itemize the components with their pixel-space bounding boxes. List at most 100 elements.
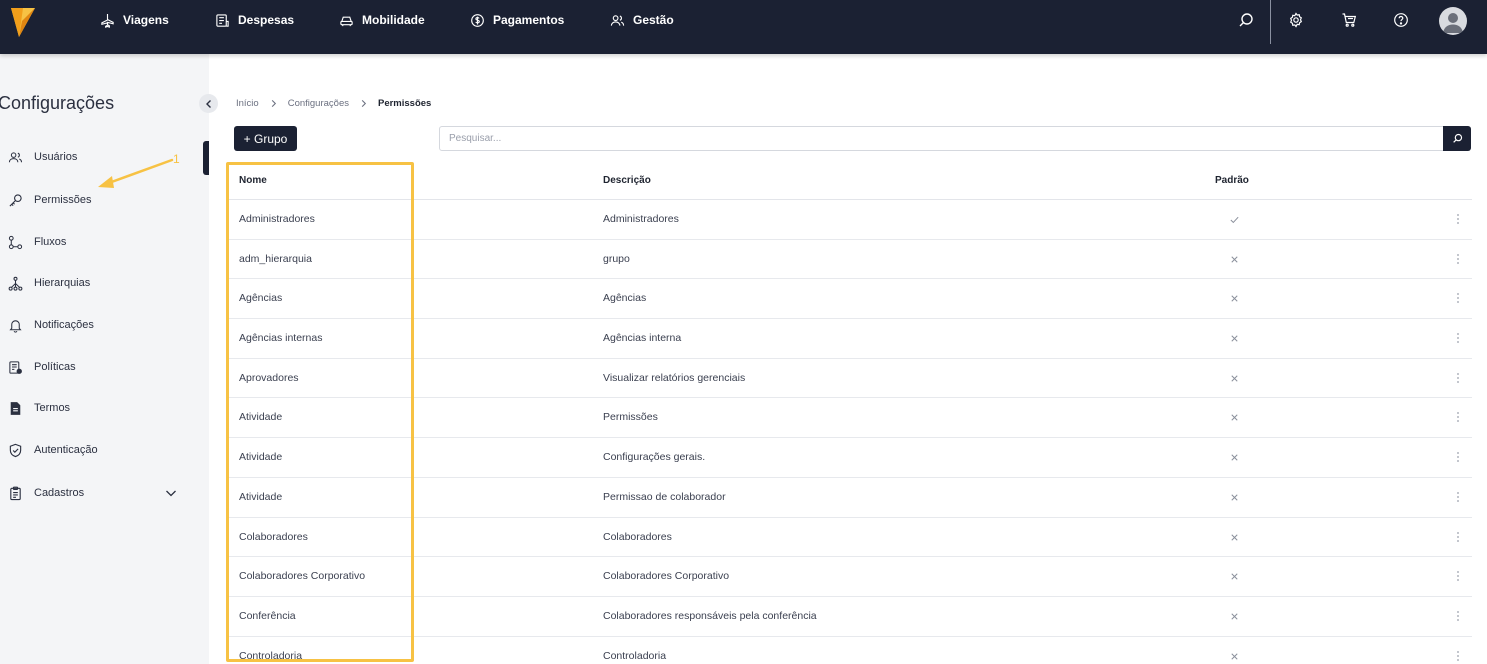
search-input[interactable] (439, 126, 1444, 151)
more-options-icon[interactable] (1454, 490, 1462, 504)
help-button[interactable] (1391, 10, 1411, 30)
sidebar-item-hierarquias[interactable]: Hierarquias (8, 272, 90, 294)
users-icon (610, 14, 625, 26)
chevron-left-icon (205, 99, 211, 108)
sidebar-item-autenticacao[interactable]: Autenticação (8, 439, 98, 461)
cell-name: Aprovadores (239, 371, 299, 384)
nav-mobilidade[interactable]: Mobilidade (339, 0, 425, 40)
key-icon (9, 193, 22, 207)
more-options-icon[interactable] (1454, 450, 1462, 464)
help-icon (1394, 13, 1408, 27)
logo-icon[interactable] (10, 6, 36, 38)
table-row[interactable]: Conferência Colaboradores responsáveis pe… (229, 597, 1472, 637)
sidebar-item-permissoes[interactable]: Permissões (8, 189, 91, 211)
cart-icon (1342, 13, 1357, 27)
nav-gestao[interactable]: Gestão (610, 0, 674, 40)
search-submit-button[interactable] (1443, 126, 1471, 151)
table-row[interactable]: adm_hierarquia grupo (229, 240, 1472, 280)
column-header-name[interactable]: Nome (239, 175, 267, 186)
sidebar-item-label: Notificações (34, 319, 94, 331)
cell-name: Colaboradores (239, 530, 308, 543)
table-row[interactable]: Atividade Permissões (229, 398, 1472, 439)
table-row[interactable]: Agências internas Agências interna (229, 319, 1472, 359)
bell-icon (9, 319, 22, 333)
table-row[interactable]: Aprovadores Visualizar relatórios gerenci… (229, 359, 1472, 399)
cell-name: Atividade (239, 490, 283, 503)
cell-description: Colaboradores responsáveis pela conferên… (603, 609, 817, 622)
chevron-down-icon[interactable] (164, 486, 178, 500)
column-header-description[interactable]: Descrição (603, 175, 651, 186)
search-icon (1239, 13, 1253, 27)
sidebar-item-label: Políticas (34, 361, 76, 373)
cell-name: Controladoria (239, 649, 303, 662)
more-options-icon[interactable] (1454, 212, 1462, 226)
more-options-icon[interactable] (1454, 371, 1462, 385)
nav-viagens[interactable]: Viagens (100, 0, 169, 40)
more-options-icon[interactable] (1454, 609, 1462, 623)
nav-mobilidade-label: Mobilidade (362, 13, 425, 27)
sidebar-item-usuarios[interactable]: Usuários (8, 146, 77, 168)
more-options-icon[interactable] (1454, 569, 1462, 583)
more-options-icon[interactable] (1454, 331, 1462, 345)
cell-name: Agências internas (239, 332, 323, 345)
nav-pagamentos-label: Pagamentos (493, 13, 565, 27)
more-options-icon[interactable] (1454, 649, 1462, 663)
sidebar-item-cadastros[interactable]: Cadastros (8, 482, 84, 504)
collapse-sidebar-button[interactable] (199, 94, 218, 113)
cell-name: Conferência (239, 609, 296, 622)
nav-gestao-label: Gestão (633, 13, 674, 27)
close-icon (1231, 256, 1238, 263)
nav-pagamentos[interactable]: Pagamentos (470, 0, 564, 40)
table-row[interactable]: Controladoria Controladoria (229, 637, 1472, 664)
nav-despesas[interactable]: Despesas (215, 0, 294, 40)
more-options-icon[interactable] (1454, 410, 1462, 424)
close-icon (1231, 494, 1238, 501)
sidebar: Configurações Usuários Permissões Fluxos… (0, 54, 209, 664)
table-row[interactable]: Colaboradores Corporativo Colaboradores C… (229, 557, 1472, 597)
cart-button[interactable] (1339, 10, 1359, 30)
nav-viagens-label: Viagens (123, 13, 169, 27)
cell-description: Visualizar relatórios gerenciais (603, 371, 746, 384)
breadcrumb-configuracoes[interactable]: Configurações (288, 98, 349, 109)
settings-button[interactable] (1286, 10, 1306, 30)
cell-description: Permissões (603, 411, 658, 424)
top-navbar: Viagens Despesas Mobilidade Pagamentos G… (0, 0, 1487, 54)
sidebar-item-termos[interactable]: Termos (8, 397, 70, 419)
table-row[interactable]: Colaboradores Colaboradores (229, 518, 1472, 558)
sidebar-item-politicas[interactable]: Políticas (8, 356, 76, 378)
cell-name: Administradores (239, 213, 315, 225)
breadcrumb-current: Permissões (377, 98, 432, 109)
more-options-icon[interactable] (1454, 530, 1462, 544)
cell-description: Configurações gerais. (603, 451, 706, 464)
sidebar-item-fluxos[interactable]: Fluxos (8, 231, 66, 253)
table-row[interactable]: Administradores Administradores (229, 200, 1472, 240)
table-row[interactable]: Atividade Configurações gerais. (229, 438, 1472, 478)
breadcrumb-home[interactable]: Início (236, 98, 259, 109)
add-group-button[interactable]: + Grupo (234, 126, 297, 151)
table-row[interactable]: Agências Agências (229, 279, 1472, 320)
column-header-default[interactable]: Padrão (1215, 175, 1249, 186)
table-row[interactable]: Atividade Permissao de colaborador (229, 478, 1472, 518)
hierarchy-icon (8, 276, 23, 291)
cell-description: Administradores (603, 213, 679, 225)
sidebar-item-label: Permissões (34, 194, 92, 206)
cell-description: Controladoria (603, 649, 667, 662)
sidebar-item-label: Cadastros (34, 487, 85, 499)
sidebar-item-label: Usuários (34, 151, 78, 163)
cell-name: adm_hierarquia (239, 252, 312, 265)
sidebar-item-notificacoes[interactable]: Notificações (8, 314, 94, 336)
more-options-icon[interactable] (1454, 252, 1462, 266)
avatar[interactable] (1439, 7, 1467, 35)
close-icon (1231, 652, 1238, 660)
table-header: Nome Descrição Padrão (229, 160, 1472, 200)
search-icon (1452, 133, 1462, 143)
flow-icon (8, 235, 23, 249)
search-button[interactable] (1236, 10, 1256, 30)
policy-icon (9, 360, 22, 374)
annotation-number: 1 (173, 152, 180, 166)
cell-name: Atividade (239, 451, 283, 464)
sidebar-title: Configurações (0, 93, 115, 113)
close-icon (1231, 533, 1238, 541)
plane-icon (101, 13, 114, 28)
more-options-icon[interactable] (1454, 291, 1462, 305)
